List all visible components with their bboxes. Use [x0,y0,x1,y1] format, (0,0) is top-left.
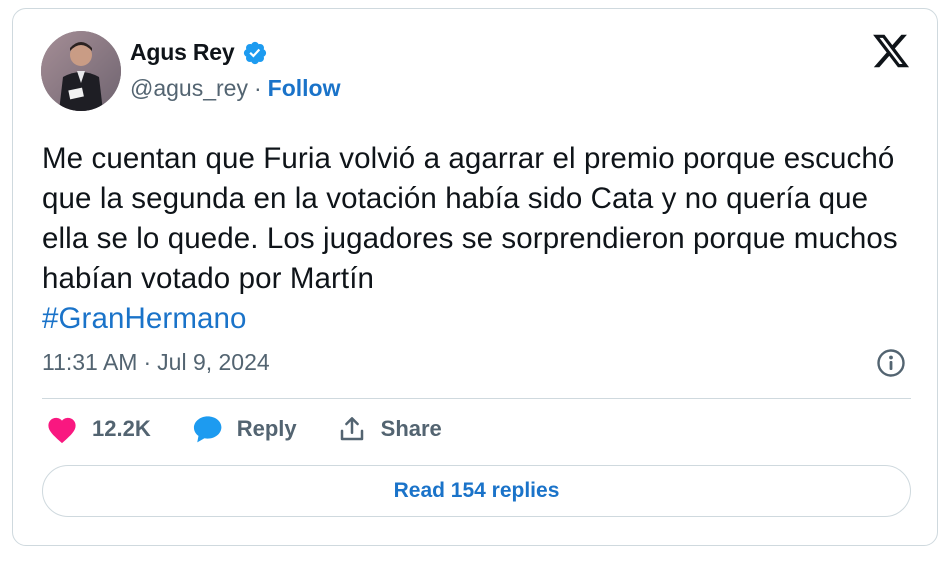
share-button[interactable]: Share [337,414,442,444]
read-replies-label: Read 154 replies [393,479,560,502]
action-bar: 12.2K Reply Share [46,414,482,444]
avatar[interactable] [41,31,121,111]
author-handle[interactable]: @agus_rey [130,75,248,102]
share-label: Share [380,416,442,441]
like-count: 12.2K [92,416,151,441]
heart-icon [48,417,76,444]
tweet-timestamp[interactable]: 11:31 AM · Jul 9, 2024 [42,349,270,376]
tweet-text: Me cuentan que Furia volvió a agarrar el… [42,139,912,339]
reply-label: Reply [236,416,297,441]
tweet-body: Me cuentan que Furia volvió a agarrar el… [42,142,898,295]
reply-bubble-icon [193,416,222,443]
tweet-date: Jul 9, 2024 [157,349,270,375]
reply-button[interactable]: Reply [191,414,297,444]
follow-button[interactable]: Follow [268,75,341,102]
divider [42,398,911,399]
tweet-card: Agus Rey @agus_rey · Follow Me cuentan q… [12,8,938,546]
meta-separator: · [143,349,152,375]
like-button[interactable]: 12.2K [46,414,151,444]
hashtag-link[interactable]: #GranHermano [42,302,247,335]
read-replies-button[interactable]: Read 154 replies [42,465,911,517]
share-icon [340,417,363,441]
tweet-time: 11:31 AM [42,349,138,375]
x-logo-icon[interactable] [871,31,911,71]
verified-badge-icon [242,40,268,66]
handle-separator: · [253,75,262,101]
author-display-name[interactable]: Agus Rey [130,39,235,66]
info-icon[interactable] [875,347,907,379]
